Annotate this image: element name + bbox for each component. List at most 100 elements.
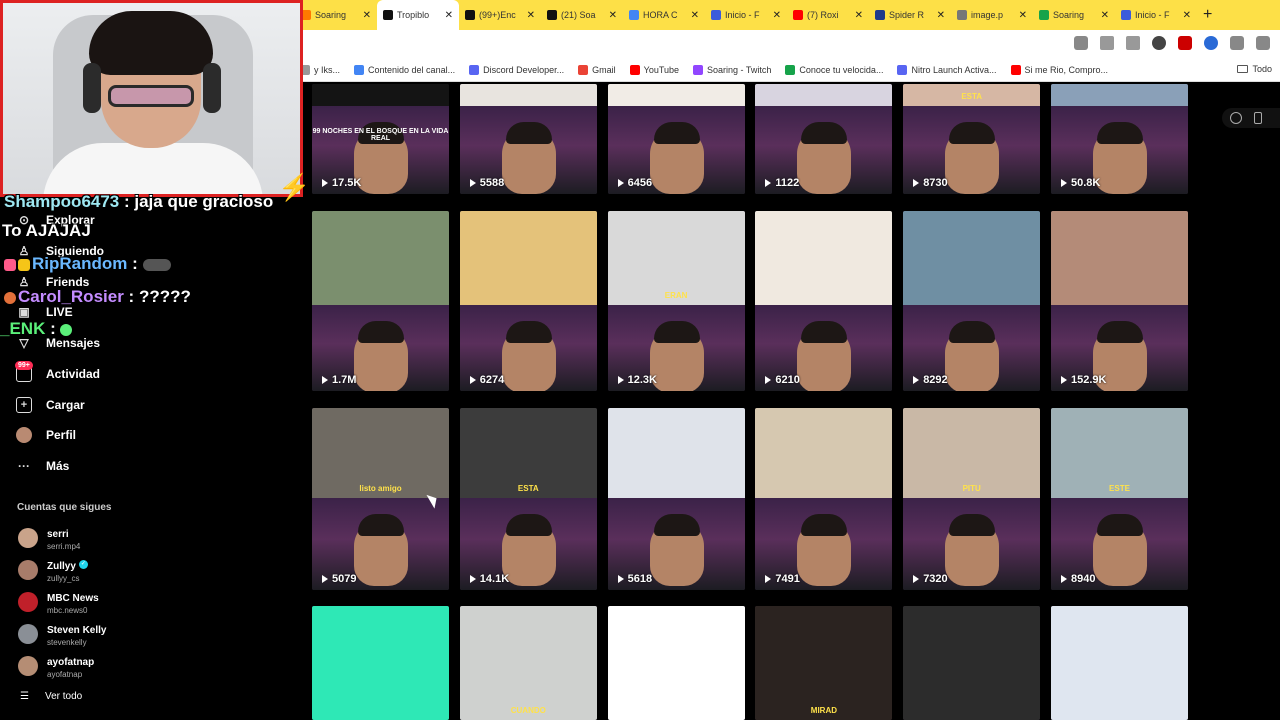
- video-card[interactable]: [312, 606, 449, 720]
- close-icon[interactable]: ✕: [1101, 10, 1109, 21]
- followed-account[interactable]: serri serri.mp4: [18, 524, 80, 551]
- video-card[interactable]: [903, 606, 1041, 720]
- bookmark-item[interactable]: Si me Rio, Compro...: [1010, 64, 1108, 75]
- close-icon[interactable]: ✕: [773, 10, 781, 21]
- bookmark-item[interactable]: y Iks...: [300, 64, 340, 75]
- browser-tab[interactable]: Soaring ✕: [1033, 0, 1115, 30]
- video-card[interactable]: 8292: [903, 211, 1041, 391]
- close-icon[interactable]: ✕: [937, 10, 945, 21]
- video-card[interactable]: 50.8K: [1051, 84, 1188, 194]
- nav-cargar[interactable]: + Cargar: [16, 397, 85, 413]
- video-card[interactable]: ESTA 8730: [903, 84, 1041, 194]
- extensions-puzzle-icon[interactable]: [1230, 36, 1244, 50]
- browser-tab[interactable]: (21) Soa ✕: [541, 0, 623, 30]
- close-icon[interactable]: ✕: [363, 10, 371, 21]
- video-card[interactable]: ERAN 12.3K: [607, 211, 745, 391]
- emote-icon: [60, 323, 73, 336]
- close-icon[interactable]: ✕: [1183, 10, 1191, 21]
- video-card[interactable]: [607, 606, 745, 720]
- video-card[interactable]: 152.9K: [1051, 211, 1188, 391]
- video-card[interactable]: 5618: [607, 408, 745, 590]
- bookmark-favicon-icon: [629, 64, 640, 75]
- video-card[interactable]: 1.7M: [312, 211, 449, 391]
- browser-tab[interactable]: Tropiblo ✕: [377, 0, 459, 30]
- browser-tab[interactable]: image.p ✕: [951, 0, 1033, 30]
- browser-tab[interactable]: Inicio - F ✕: [705, 0, 787, 30]
- video-card[interactable]: 5588: [459, 84, 597, 194]
- video-card[interactable]: 6456: [607, 84, 745, 194]
- nav-perfil[interactable]: Perfil: [16, 427, 76, 443]
- browser-tab[interactable]: Soaring ✕: [295, 0, 377, 30]
- chat-text: jaja que gracioso: [134, 192, 274, 211]
- close-icon[interactable]: ✕: [445, 10, 453, 21]
- bookmark-item[interactable]: Soaring - Twitch: [693, 64, 771, 75]
- followed-account[interactable]: MBC News mbc.news0: [18, 588, 99, 615]
- followed-account[interactable]: Steven Kelly stevenkelly: [18, 620, 106, 647]
- bookmark-label: Conoce tu velocida...: [799, 64, 884, 75]
- video-card[interactable]: CUANDO: [459, 606, 597, 720]
- bookmark-item[interactable]: Conoce tu velocida...: [785, 64, 884, 75]
- bookmark-item[interactable]: Nitro Launch Activa...: [897, 64, 997, 75]
- video-thumbnail: [1051, 211, 1188, 305]
- video-card[interactable]: ESTE 8940: [1051, 408, 1188, 590]
- bookmark-favicon-icon: [897, 64, 908, 75]
- video-card[interactable]: MIRAD: [755, 606, 893, 720]
- nav-label: Cargar: [46, 398, 85, 412]
- video-card[interactable]: 1122: [755, 84, 893, 194]
- side-panel-icon[interactable]: [1256, 36, 1270, 50]
- video-card[interactable]: 6210: [755, 211, 893, 391]
- close-icon[interactable]: ✕: [1019, 10, 1027, 21]
- bookmark-item[interactable]: Discord Developer...: [469, 64, 565, 75]
- play-icon: [765, 376, 772, 384]
- nav-actividad[interactable]: 99+ Actividad: [15, 361, 101, 382]
- close-icon[interactable]: ✕: [609, 10, 617, 21]
- translate-icon[interactable]: [1074, 36, 1088, 50]
- bookmark-label: Discord Developer...: [483, 64, 565, 75]
- scan-icon[interactable]: [1230, 112, 1242, 124]
- view-count: 6456: [617, 177, 652, 189]
- browser-tab[interactable]: Spider R ✕: [869, 0, 951, 30]
- see-all-link[interactable]: ☰ Ver todo: [20, 691, 82, 702]
- phone-icon[interactable]: [1254, 112, 1262, 124]
- nav-mas[interactable]: ··· Más: [16, 458, 69, 474]
- close-icon[interactable]: ✕: [527, 10, 535, 21]
- bookmark-item[interactable]: Gmail: [578, 64, 616, 75]
- followed-account[interactable]: ayofatnap ayofatnap: [18, 652, 94, 679]
- nav-label: Actividad: [46, 367, 101, 381]
- folder-label: Todo: [1252, 64, 1272, 74]
- headphone-right: [203, 63, 221, 113]
- view-count-value: 7491: [775, 573, 800, 585]
- account-handle: mbc.news0: [47, 606, 88, 615]
- chat-message: _ENK :: [0, 319, 74, 339]
- install-app-icon[interactable]: [1100, 36, 1114, 50]
- view-count-value: 1122: [775, 177, 800, 189]
- video-card[interactable]: [1051, 606, 1188, 720]
- video-card[interactable]: ESTA 14.1K: [459, 408, 597, 590]
- extension-red-icon[interactable]: [1178, 36, 1192, 50]
- video-card[interactable]: 7491: [755, 408, 893, 590]
- browser-tab[interactable]: (7) Roxi ✕: [787, 0, 869, 30]
- new-tab-button[interactable]: +: [1203, 6, 1212, 24]
- play-icon: [322, 575, 328, 583]
- video-card[interactable]: 6274: [459, 211, 597, 391]
- chat-user: _ENK: [0, 319, 46, 338]
- bookmark-star-icon[interactable]: [1126, 36, 1140, 50]
- browser-tab[interactable]: (99+)Enc ✕: [459, 0, 541, 30]
- view-count-value: 5079: [332, 573, 357, 585]
- video-card[interactable]: 99 NOCHES EN EL BOSQUE EN LA VIDA REAL 17…: [312, 84, 449, 194]
- followed-account[interactable]: Zullyy ✓ zullyy_cs: [18, 556, 88, 583]
- extension-blue-icon[interactable]: [1204, 36, 1218, 50]
- view-count: 8292: [913, 374, 948, 386]
- bookmark-item[interactable]: YouTube: [629, 64, 679, 75]
- close-icon[interactable]: ✕: [855, 10, 863, 21]
- view-count: 17.5K: [322, 177, 361, 189]
- close-icon[interactable]: ✕: [691, 10, 699, 21]
- browser-tab[interactable]: HORA C ✕: [623, 0, 705, 30]
- browser-tab[interactable]: Inicio - F ✕: [1115, 0, 1197, 30]
- bookmark-item[interactable]: Contenido del canal...: [354, 64, 455, 75]
- all-bookmarks-folder[interactable]: Todo: [1237, 64, 1272, 74]
- extension-record-icon[interactable]: [1152, 36, 1166, 50]
- video-card[interactable]: PITU 7320: [903, 408, 1041, 590]
- bookmark-favicon-icon: [1010, 64, 1021, 75]
- video-caption: ESTA: [961, 92, 983, 101]
